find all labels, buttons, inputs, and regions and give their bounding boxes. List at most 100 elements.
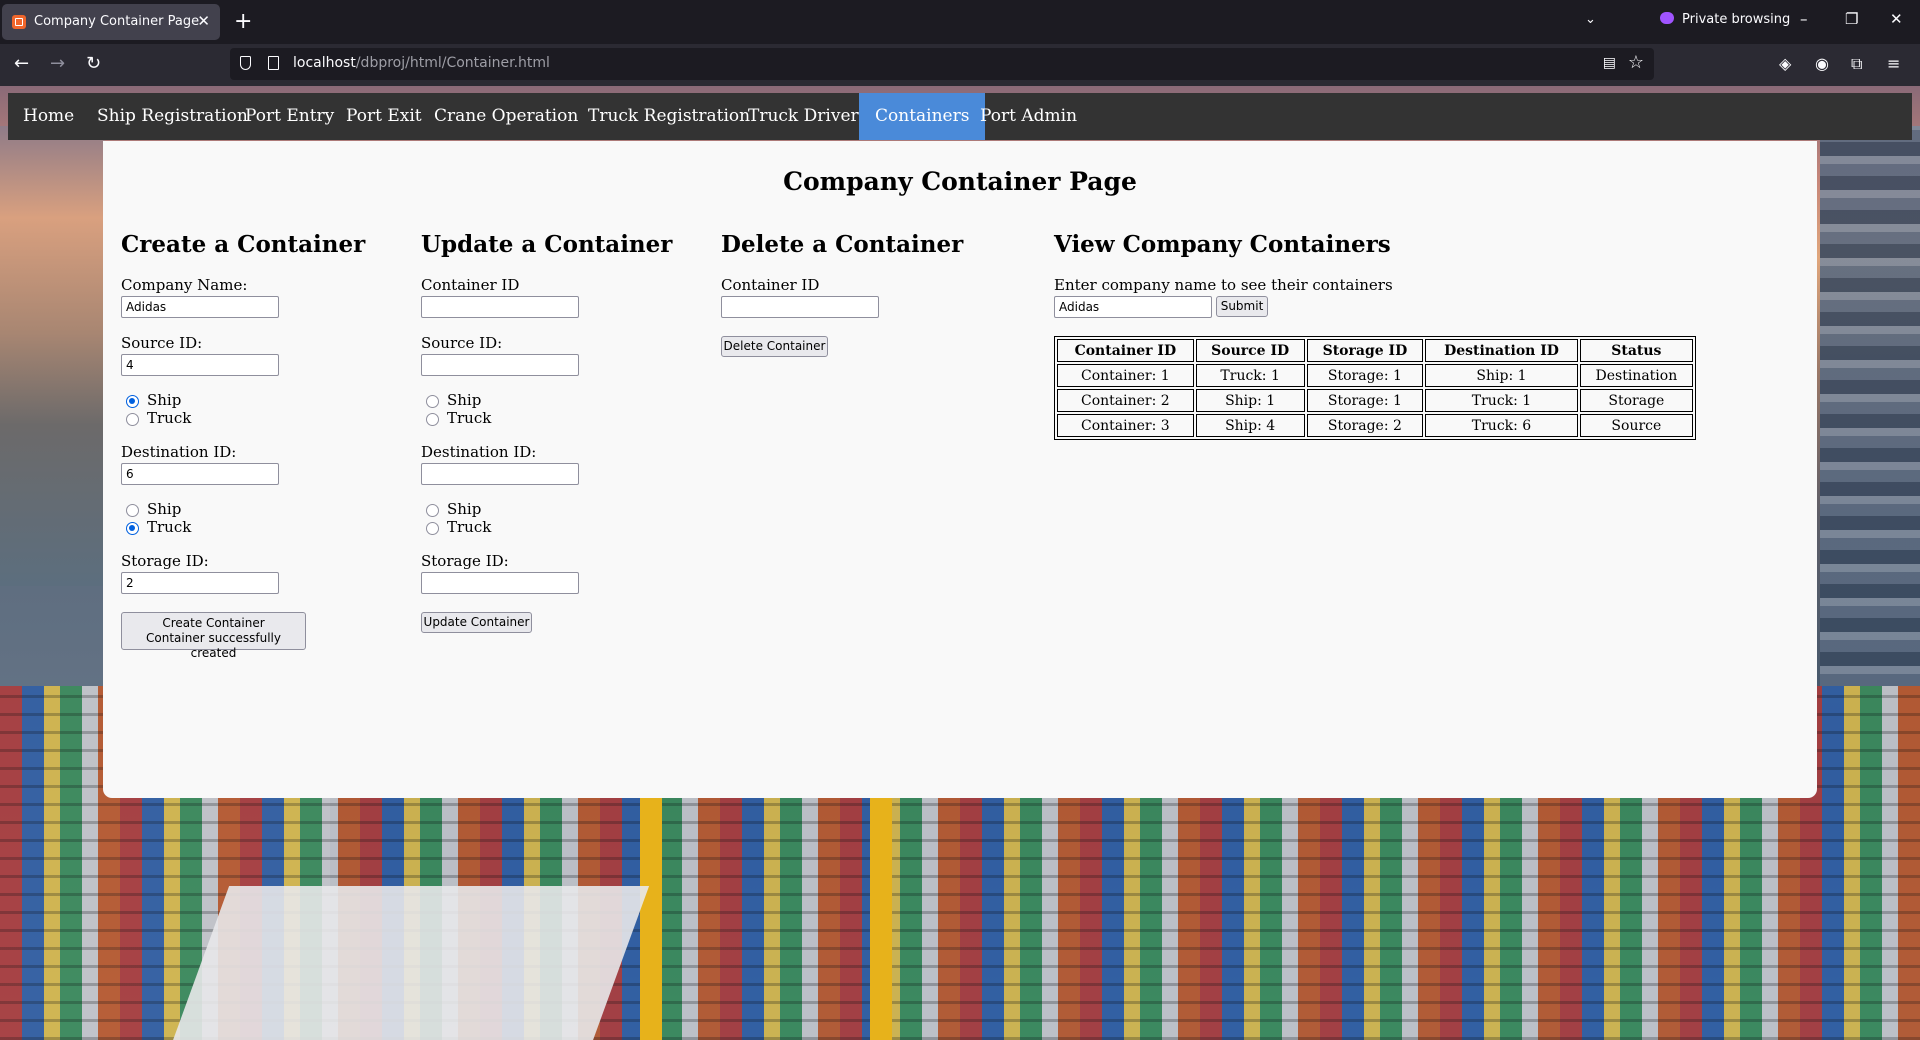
update-source-truck-radio[interactable] — [426, 413, 439, 426]
nav-crane-operation[interactable]: Crane Operation — [419, 93, 593, 140]
source-truck-label: Truck — [147, 409, 192, 427]
update-container-id-input[interactable] — [421, 296, 579, 318]
tracking-protection-icon[interactable] — [240, 56, 251, 70]
update-source-id-label: Source ID: — [421, 334, 503, 352]
table-cell: Truck: 6 — [1425, 414, 1578, 437]
page-viewport: Home Ship Registration Port Entry Port E… — [0, 86, 1920, 1040]
close-window-icon[interactable]: ✕ — [1890, 10, 1903, 28]
create-heading: Create a Container — [121, 231, 366, 258]
table-cell: Container: 2 — [1057, 389, 1194, 412]
column-header: Status — [1579, 339, 1693, 362]
nav-home[interactable]: Home — [8, 93, 89, 140]
background-ship — [170, 886, 650, 1040]
update-destination-id-input[interactable] — [421, 463, 579, 485]
content-card: Company Container Page Create a Containe… — [103, 141, 1817, 798]
update-destination-truck-label: Truck — [447, 518, 492, 536]
background-photo-left — [0, 126, 105, 586]
delete-container-id-label: Container ID — [721, 276, 820, 294]
destination-id-input[interactable] — [121, 463, 279, 485]
extensions-icon[interactable]: ⧉ — [1851, 54, 1862, 74]
tab-title: Company Container Page — [34, 14, 200, 29]
forward-icon[interactable]: → — [50, 53, 65, 74]
page-info-icon[interactable] — [268, 56, 279, 70]
column-header: Source ID — [1195, 339, 1305, 362]
update-storage-id-label: Storage ID: — [421, 552, 509, 570]
view-containers-section: View Company Containers Enter company na… — [1054, 231, 1696, 440]
nav-port-admin[interactable]: Port Admin — [965, 93, 1092, 140]
private-browsing-label: Private browsing — [1682, 12, 1791, 27]
destination-id-label: Destination ID: — [121, 443, 237, 461]
update-source-truck-label: Truck — [447, 409, 492, 427]
private-browsing-icon — [1660, 12, 1674, 24]
table-cell: Source — [1579, 414, 1693, 437]
browser-tab-bar: Company Container Page ✕ + ⌄ Private bro… — [0, 0, 1920, 44]
site-favicon-icon — [12, 15, 26, 29]
table-cell: Destination — [1579, 364, 1693, 387]
table-cell: Ship: 1 — [1195, 389, 1305, 412]
new-tab-button[interactable]: + — [234, 8, 252, 36]
storage-id-input[interactable] — [121, 572, 279, 594]
bookmark-star-icon[interactable]: ☆ — [1628, 52, 1644, 73]
delete-heading: Delete a Container — [721, 231, 964, 258]
create-button-label: Create Container — [162, 616, 265, 630]
view-prompt-text: Enter company name to see their containe… — [1054, 276, 1393, 294]
update-source-id-input[interactable] — [421, 354, 579, 376]
table-cell: Ship: 4 — [1195, 414, 1305, 437]
column-header: Destination ID — [1425, 339, 1578, 362]
destination-truck-radio[interactable] — [126, 522, 139, 535]
create-container-section: Create a Container Company Name: Source … — [121, 231, 366, 660]
create-container-button[interactable]: Create Container Container successfully … — [121, 612, 306, 660]
delete-container-id-input[interactable] — [721, 296, 879, 318]
list-all-tabs-icon[interactable]: ⌄ — [1585, 12, 1596, 27]
close-tab-icon[interactable]: ✕ — [197, 12, 210, 30]
update-destination-truck-radio[interactable] — [426, 522, 439, 535]
create-status-text: Container successfully created — [146, 631, 281, 660]
account-icon[interactable]: ◉ — [1815, 54, 1829, 73]
background-photo-right — [1820, 126, 1920, 686]
table-cell: Truck: 1 — [1195, 364, 1305, 387]
update-destination-ship-label: Ship — [447, 500, 482, 518]
containers-table: Container ID Source ID Storage ID Destin… — [1054, 336, 1696, 440]
table-cell: Truck: 1 — [1425, 389, 1578, 412]
update-container-button[interactable]: Update Container — [421, 612, 532, 633]
source-ship-radio[interactable] — [126, 395, 139, 408]
browser-tab[interactable]: Company Container Page ✕ — [2, 4, 220, 40]
column-header: Container ID — [1057, 339, 1194, 362]
minimize-icon[interactable]: – — [1800, 10, 1808, 28]
storage-id-label: Storage ID: — [121, 552, 209, 570]
update-storage-id-input[interactable] — [421, 572, 579, 594]
source-truck-radio[interactable] — [126, 413, 139, 426]
delete-container-button[interactable]: Delete Container — [721, 336, 828, 357]
source-id-label: Source ID: — [121, 334, 203, 352]
menu-icon[interactable]: ≡ — [1887, 54, 1900, 73]
company-name-input[interactable] — [121, 296, 279, 318]
update-destination-ship-radio[interactable] — [426, 504, 439, 517]
reader-view-icon[interactable]: ▤ — [1603, 55, 1616, 71]
source-ship-label: Ship — [147, 391, 182, 409]
url-text[interactable]: localhost/dbproj/html/Container.html — [293, 55, 550, 71]
browser-nav-bar: ← → ↻ localhost/dbproj/html/Container.ht… — [0, 44, 1920, 86]
table-row: Container: 3 Ship: 4 Storage: 2 Truck: 6… — [1057, 414, 1693, 437]
background-crane — [870, 786, 892, 1040]
destination-ship-radio[interactable] — [126, 504, 139, 517]
table-cell: Storage — [1579, 389, 1693, 412]
address-bar[interactable]: localhost/dbproj/html/Container.html ▤ ☆ — [230, 48, 1654, 80]
back-icon[interactable]: ← — [14, 53, 29, 74]
update-container-id-label: Container ID — [421, 276, 520, 294]
pocket-icon[interactable]: ◈ — [1779, 54, 1791, 73]
reload-icon[interactable]: ↻ — [86, 53, 101, 74]
table-cell: Storage: 1 — [1306, 389, 1424, 412]
update-destination-id-label: Destination ID: — [421, 443, 537, 461]
table-header-row: Container ID Source ID Storage ID Destin… — [1057, 339, 1693, 362]
restore-icon[interactable]: ❐ — [1845, 10, 1858, 28]
update-source-ship-radio[interactable] — [426, 395, 439, 408]
table-cell: Container: 1 — [1057, 364, 1194, 387]
table-cell: Container: 3 — [1057, 414, 1194, 437]
table-row: Container: 1 Truck: 1 Storage: 1 Ship: 1… — [1057, 364, 1693, 387]
view-submit-button[interactable]: Submit — [1216, 296, 1268, 317]
view-company-input[interactable] — [1054, 296, 1212, 318]
delete-container-section: Delete a Container Container ID Delete C… — [721, 231, 964, 357]
source-id-input[interactable] — [121, 354, 279, 376]
destination-truck-label: Truck — [147, 518, 192, 536]
table-row: Container: 2 Ship: 1 Storage: 1 Truck: 1… — [1057, 389, 1693, 412]
